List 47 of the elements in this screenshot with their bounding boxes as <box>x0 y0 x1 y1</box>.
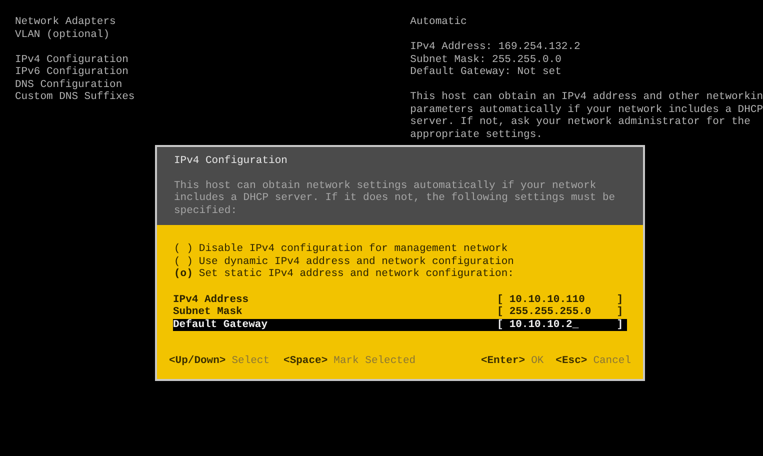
bracket: [ <box>497 318 504 331</box>
option-label: Use dynamic IPv4 address and network configuration <box>198 256 514 268</box>
option-label: Disable IPv4 configuration for management network <box>198 243 508 256</box>
menu-item[interactable]: DNS Configuration <box>15 78 410 91</box>
field-row[interactable]: IPv4 Address [ 10.10.10.110 ] <box>173 294 627 306</box>
help-text: This host can obtain an IPv4 address and other networkin <box>410 91 763 104</box>
dialog-description: This host can obtain network settings automatically if your network <box>174 180 598 192</box>
menu-item[interactable]: Custom DNS Suffixes <box>15 91 410 104</box>
dialog-title: IPv4 Configuration <box>174 155 288 168</box>
help-text: server. If not, ask your network administrator for the <box>410 116 752 128</box>
bracket: ] <box>616 318 623 331</box>
key-label: <Up/Down> <box>169 354 226 367</box>
key-label: <Esc> <box>556 354 588 367</box>
bracket: ] <box>616 306 623 318</box>
menu-item[interactable]: VLAN (optional) <box>15 28 410 41</box>
help-text: appropriate settings. <box>410 128 544 141</box>
bracket: [ <box>497 294 504 306</box>
field-label: Subnet Mask <box>173 306 242 318</box>
menu-item[interactable]: Network Adapters <box>15 16 410 28</box>
mode-text: Automatic <box>410 16 468 28</box>
key-label: <Space> <box>284 354 328 367</box>
field-label: Default Gateway <box>173 318 268 331</box>
bracket: [ <box>497 306 504 318</box>
detail-line: IPv4 Address: 169.254.132.2 <box>410 41 582 54</box>
menu-item[interactable]: IPv6 Configuration <box>15 66 410 78</box>
dialog-description: specified: <box>174 204 238 217</box>
field-row[interactable]: Subnet Mask [ 255.255.255.0 ] <box>173 306 627 318</box>
menu-item[interactable]: IPv4 Configuration <box>15 54 410 66</box>
help-text: parameters automatically if your network includes a DHCP <box>410 104 763 116</box>
radio-mark[interactable]: ( ) <box>174 256 193 268</box>
option-label: Set static IPv4 address and network configuration: <box>198 268 514 280</box>
field-label: IPv4 Address <box>173 294 249 306</box>
key-action: Cancel <box>593 354 631 367</box>
radio-mark[interactable]: ( ) <box>174 243 193 256</box>
detail-line: Default Gateway: Not set <box>410 66 562 78</box>
field-value: 255.255.255.0 <box>509 306 592 318</box>
key-action: Mark Selected <box>334 354 416 367</box>
detail-line: Subnet Mask: 255.255.0.0 <box>410 54 562 66</box>
radio-mark[interactable]: (o) <box>174 268 193 280</box>
field-value: 10.10.10.2_ <box>509 318 580 331</box>
key-action: OK <box>531 354 544 367</box>
field-value: 10.10.10.110 <box>509 294 586 306</box>
key-label: <Enter> <box>480 354 526 367</box>
dialog-description: includes a DHCP server. If it does not, the following settings must be <box>174 192 616 204</box>
field-row[interactable]: Default Gateway [ 10.10.10.2_ ] <box>173 318 627 331</box>
bracket: ] <box>616 294 623 306</box>
key-action: Select <box>232 354 270 367</box>
